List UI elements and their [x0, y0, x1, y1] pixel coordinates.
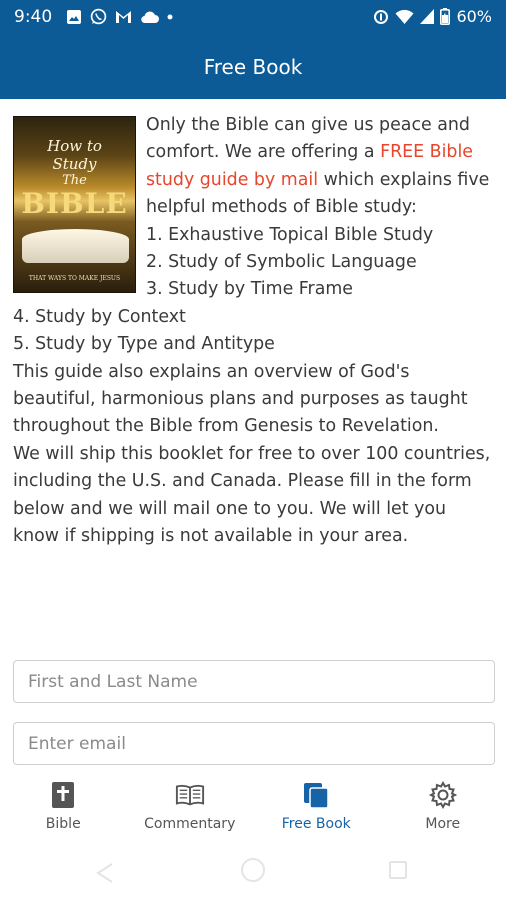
email-field[interactable]	[13, 722, 495, 765]
recent-apps-icon[interactable]	[389, 861, 407, 879]
nav-item-more[interactable]: More	[380, 766, 506, 842]
open-bible-illustration	[22, 229, 129, 263]
book-cover-image: How to Study The BIBLE THAT WAYS TO MAKE…	[13, 116, 136, 293]
home-icon[interactable]	[241, 858, 265, 882]
wifi-icon	[395, 9, 414, 24]
nav-item-free-book[interactable]: Free Book	[253, 766, 380, 842]
nav-label: More	[425, 816, 461, 832]
shipping-paragraph: We will ship this booklet for free to ov…	[13, 443, 491, 547]
overview-paragraph: This guide also explains an overview of …	[13, 361, 468, 437]
nav-item-commentary[interactable]: Commentary	[127, 766, 254, 842]
battery-icon	[440, 8, 451, 25]
bible-icon	[48, 780, 78, 810]
signal-icon	[420, 9, 435, 24]
whatsapp-icon	[90, 8, 107, 25]
cloud-icon	[141, 11, 159, 23]
dot-icon	[167, 14, 173, 19]
status-time: 9:40	[14, 7, 53, 27]
system-status-icons: 60%	[373, 7, 492, 26]
cover-title-line: How to	[47, 137, 102, 155]
data-saver-icon	[374, 9, 389, 24]
app-bar: Free Book	[0, 33, 506, 99]
bottom-navigation: Bible Commentary Free Book More	[0, 766, 506, 842]
method-item: 5. Study by Type and Antitype	[13, 334, 275, 355]
method-item: 4. Study by Context	[13, 306, 186, 327]
page-title: Free Book	[203, 55, 303, 79]
gmail-icon	[116, 10, 131, 23]
article-content: How to Study The BIBLE THAT WAYS TO MAKE…	[13, 112, 497, 551]
gear-icon	[428, 780, 458, 810]
back-icon[interactable]	[94, 862, 116, 884]
nav-item-bible[interactable]: Bible	[0, 766, 127, 842]
cover-title-main: BIBLE	[21, 187, 128, 220]
nav-label: Commentary	[144, 816, 236, 832]
open-book-icon	[175, 780, 205, 810]
battery-percentage: 60%	[456, 7, 492, 26]
name-field[interactable]	[13, 660, 495, 703]
notification-icons	[66, 8, 173, 25]
cover-title-line: The	[62, 173, 87, 188]
system-navigation-bar	[0, 842, 506, 900]
nav-label: Bible	[45, 816, 81, 832]
free-book-icon	[301, 780, 331, 810]
nav-label: Free Book	[281, 816, 351, 832]
status-bar: 9:40 60%	[0, 0, 506, 33]
image-icon	[67, 9, 81, 24]
cover-subtitle: THAT WAYS TO MAKE JESUS	[28, 275, 121, 282]
cover-title-line: Study	[52, 155, 97, 173]
